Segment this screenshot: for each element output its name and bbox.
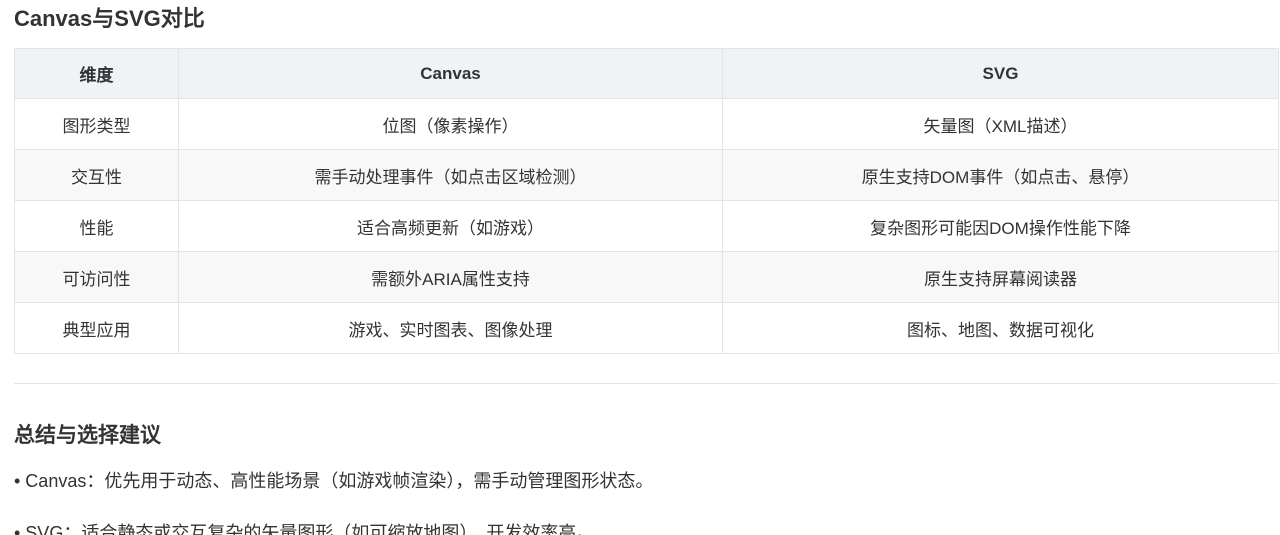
summary-heading: 总结与选择建议 (14, 424, 161, 447)
cell: 典型应用 (14, 302, 179, 354)
header-cell: SVG (722, 48, 1279, 99)
table-row: 性能 适合高频更新（如游戏） 复杂图形可能因DOM操作性能下降 (14, 200, 1279, 252)
cell: 适合高频更新（如游戏） (178, 200, 723, 252)
header-cell: Canvas (178, 48, 723, 99)
cell: 复杂图形可能因DOM操作性能下降 (722, 200, 1279, 252)
table-header-row: 维度 Canvas SVG (14, 48, 1279, 99)
divider (14, 383, 1279, 384)
table-row: 图形类型 位图（像素操作） 矢量图（XML描述） (14, 98, 1279, 150)
cell: 原生支持DOM事件（如点击、悬停） (722, 149, 1279, 201)
cell: 原生支持屏幕阅读器 (722, 251, 1279, 303)
header-cell: 维度 (14, 48, 179, 99)
comparison-table: 维度 Canvas SVG 图形类型 位图（像素操作） 矢量图（XML描述） 交互性… (14, 48, 1279, 354)
cell: 交互性 (14, 149, 179, 201)
table-row: 典型应用 游戏、实时图表、图像处理 图标、地图、数据可视化 (14, 302, 1279, 354)
cell: 需额外ARIA属性支持 (178, 251, 723, 303)
cell: 矢量图（XML描述） (722, 98, 1279, 150)
cell: 性能 (14, 200, 179, 252)
cell: 游戏、实时图表、图像处理 (178, 302, 723, 354)
cell: 图形类型 (14, 98, 179, 150)
section-title: Canvas与SVG对比 (14, 6, 205, 31)
bullet-svg: • SVG：适合静态或交互复杂的矢量图形（如可缩放地图），开发效率高。 (14, 523, 595, 535)
table-row: 可访问性 需额外ARIA属性支持 原生支持屏幕阅读器 (14, 251, 1279, 303)
table-row: 交互性 需手动处理事件（如点击区域检测） 原生支持DOM事件（如点击、悬停） (14, 149, 1279, 201)
cell: 可访问性 (14, 251, 179, 303)
cell: 位图（像素操作） (178, 98, 723, 150)
bullet-canvas: • Canvas：优先用于动态、高性能场景（如游戏帧渲染），需手动管理图形状态。 (14, 471, 654, 491)
cell: 需手动处理事件（如点击区域检测） (178, 149, 723, 201)
cell: 图标、地图、数据可视化 (722, 302, 1279, 354)
